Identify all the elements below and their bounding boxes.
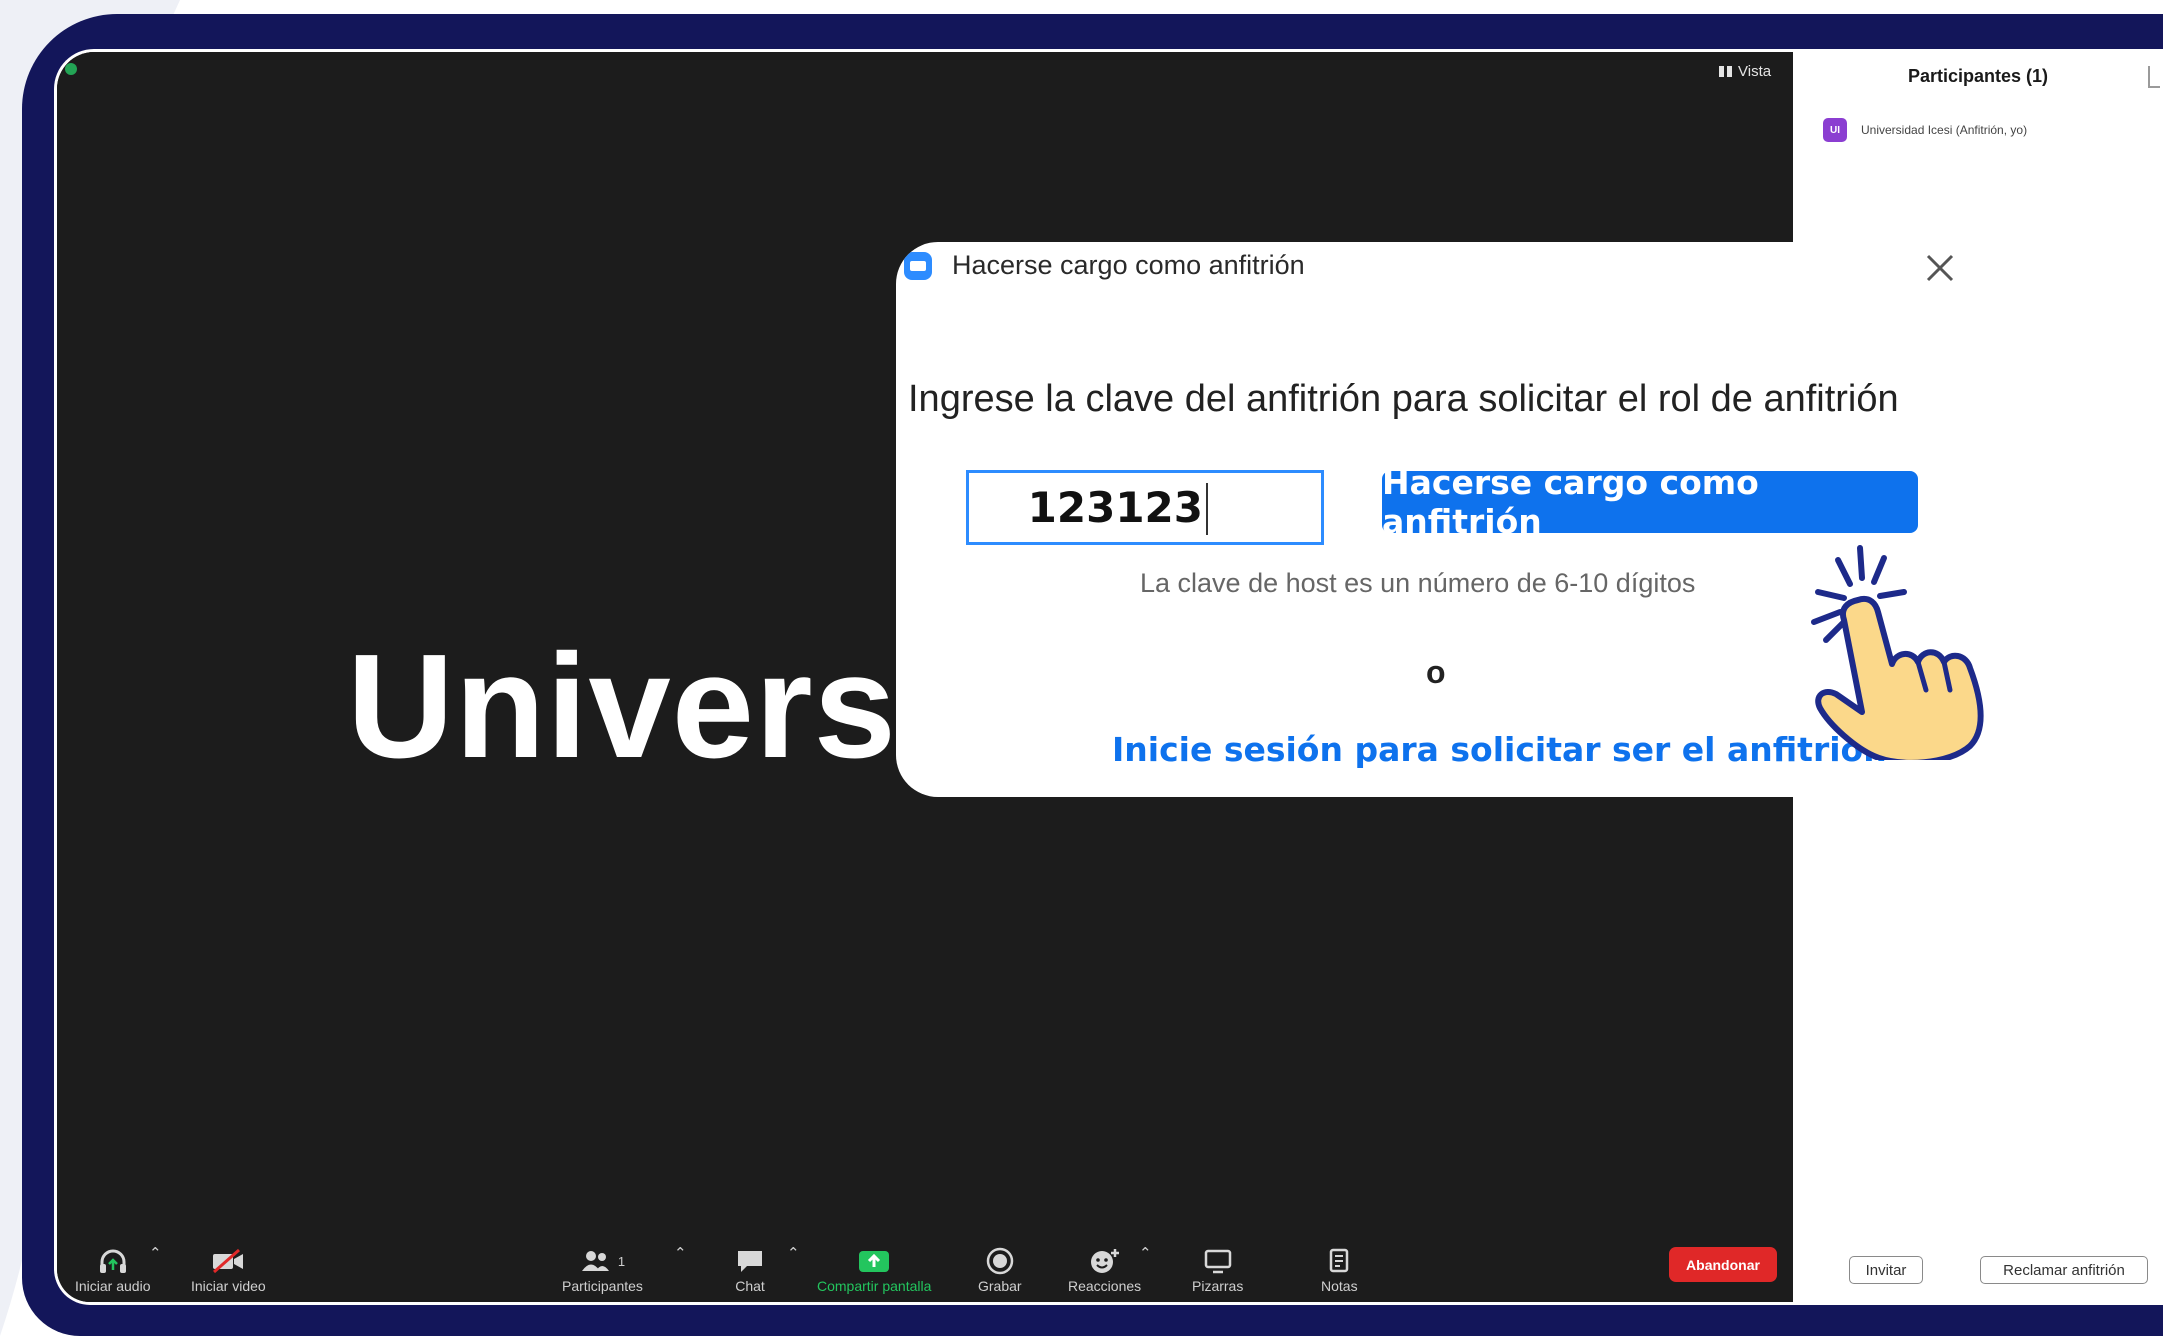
participants-label: Participantes [562,1278,643,1294]
host-key-hint: La clave de host es un número de 6-10 dí… [1140,568,1696,598]
chat-button[interactable]: Chat [735,1246,765,1294]
emoji-plus-icon [1089,1246,1121,1276]
participants-button[interactable]: 1 Participantes [562,1246,643,1294]
video-button[interactable]: Iniciar video [191,1246,266,1294]
chat-label: Chat [735,1278,765,1294]
view-label: Vista [1738,63,1772,80]
leave-meeting-button[interactable]: Abandonar [1669,1247,1777,1282]
headphones-icon [98,1246,128,1276]
notes-icon [1326,1246,1352,1276]
panel-popout-icon[interactable] [2148,66,2160,88]
participants-panel-title: Participantes (1) [1907,66,2049,86]
or-separator: o [1426,654,1446,690]
host-key-input[interactable]: 123123 [966,470,1324,545]
zoom-app-icon [904,252,932,280]
share-screen-button[interactable]: Compartir pantalla [817,1246,931,1294]
record-label: Grabar [978,1278,1022,1294]
reactions-label: Reacciones [1068,1278,1142,1294]
invite-button[interactable]: Invitar [1849,1256,1923,1284]
whiteboard-label: Pizarras [1192,1278,1244,1294]
meeting-toolbar: Iniciar audio ⌃ Iniciar video 1 Particip… [57,1232,1793,1302]
record-icon [986,1246,1014,1276]
participants-options-chevron-icon[interactable]: ⌃ [674,1244,687,1262]
close-icon[interactable] [1920,248,1960,288]
reactions-button[interactable]: Reacciones [1068,1246,1141,1294]
claim-host-button[interactable]: Reclamar anfitrión [1980,1256,2148,1284]
view-button[interactable]: Vista [1719,63,1771,80]
dialog-prompt: Ingrese la clave del anfitrión para soli… [908,378,1899,420]
audio-label: Iniciar audio [75,1278,151,1294]
audio-button[interactable]: Iniciar audio [75,1246,151,1294]
host-key-value: 123123 [1027,483,1203,532]
participant-list-item[interactable]: UI Universidad Icesi (Anfitrión, yo) [1823,118,2027,142]
chat-icon [735,1246,765,1276]
claim-host-dialog: Hacerse cargo como anfitrión Ingrese la … [896,242,1924,797]
share-screen-label: Compartir pantalla [817,1278,932,1294]
reactions-options-chevron-icon[interactable]: ⌃ [1139,1244,1152,1262]
notes-button[interactable]: Notas [1321,1246,1358,1294]
audio-options-chevron-icon[interactable]: ⌃ [149,1244,162,1262]
share-screen-icon [858,1246,890,1276]
whiteboard-icon [1203,1246,1233,1276]
video-off-icon [211,1246,245,1276]
notes-label: Notas [1321,1278,1358,1294]
chat-options-chevron-icon[interactable]: ⌃ [787,1244,800,1262]
participant-name: Universidad Icesi (Anfitrión, yo) [1861,123,2028,137]
grid-view-icon [1719,66,1732,77]
participants-count: 1 [617,1253,626,1269]
video-label: Iniciar video [191,1278,266,1294]
record-button[interactable]: Grabar [978,1246,1022,1294]
whiteboard-button[interactable]: Pizarras [1192,1246,1243,1294]
text-cursor [1206,483,1208,535]
sign-in-link[interactable]: Inicie sesión para solicitar ser el anfi… [1112,730,1887,769]
dialog-title: Hacerse cargo como anfitrión [952,250,1305,280]
pointing-hand-icon [1811,545,1984,760]
security-status-dot [65,63,77,75]
participants-icon: 1 [580,1246,625,1276]
take-host-button[interactable]: Hacerse cargo como anfitrión [1382,463,1918,541]
avatar: UI [1823,118,1847,142]
